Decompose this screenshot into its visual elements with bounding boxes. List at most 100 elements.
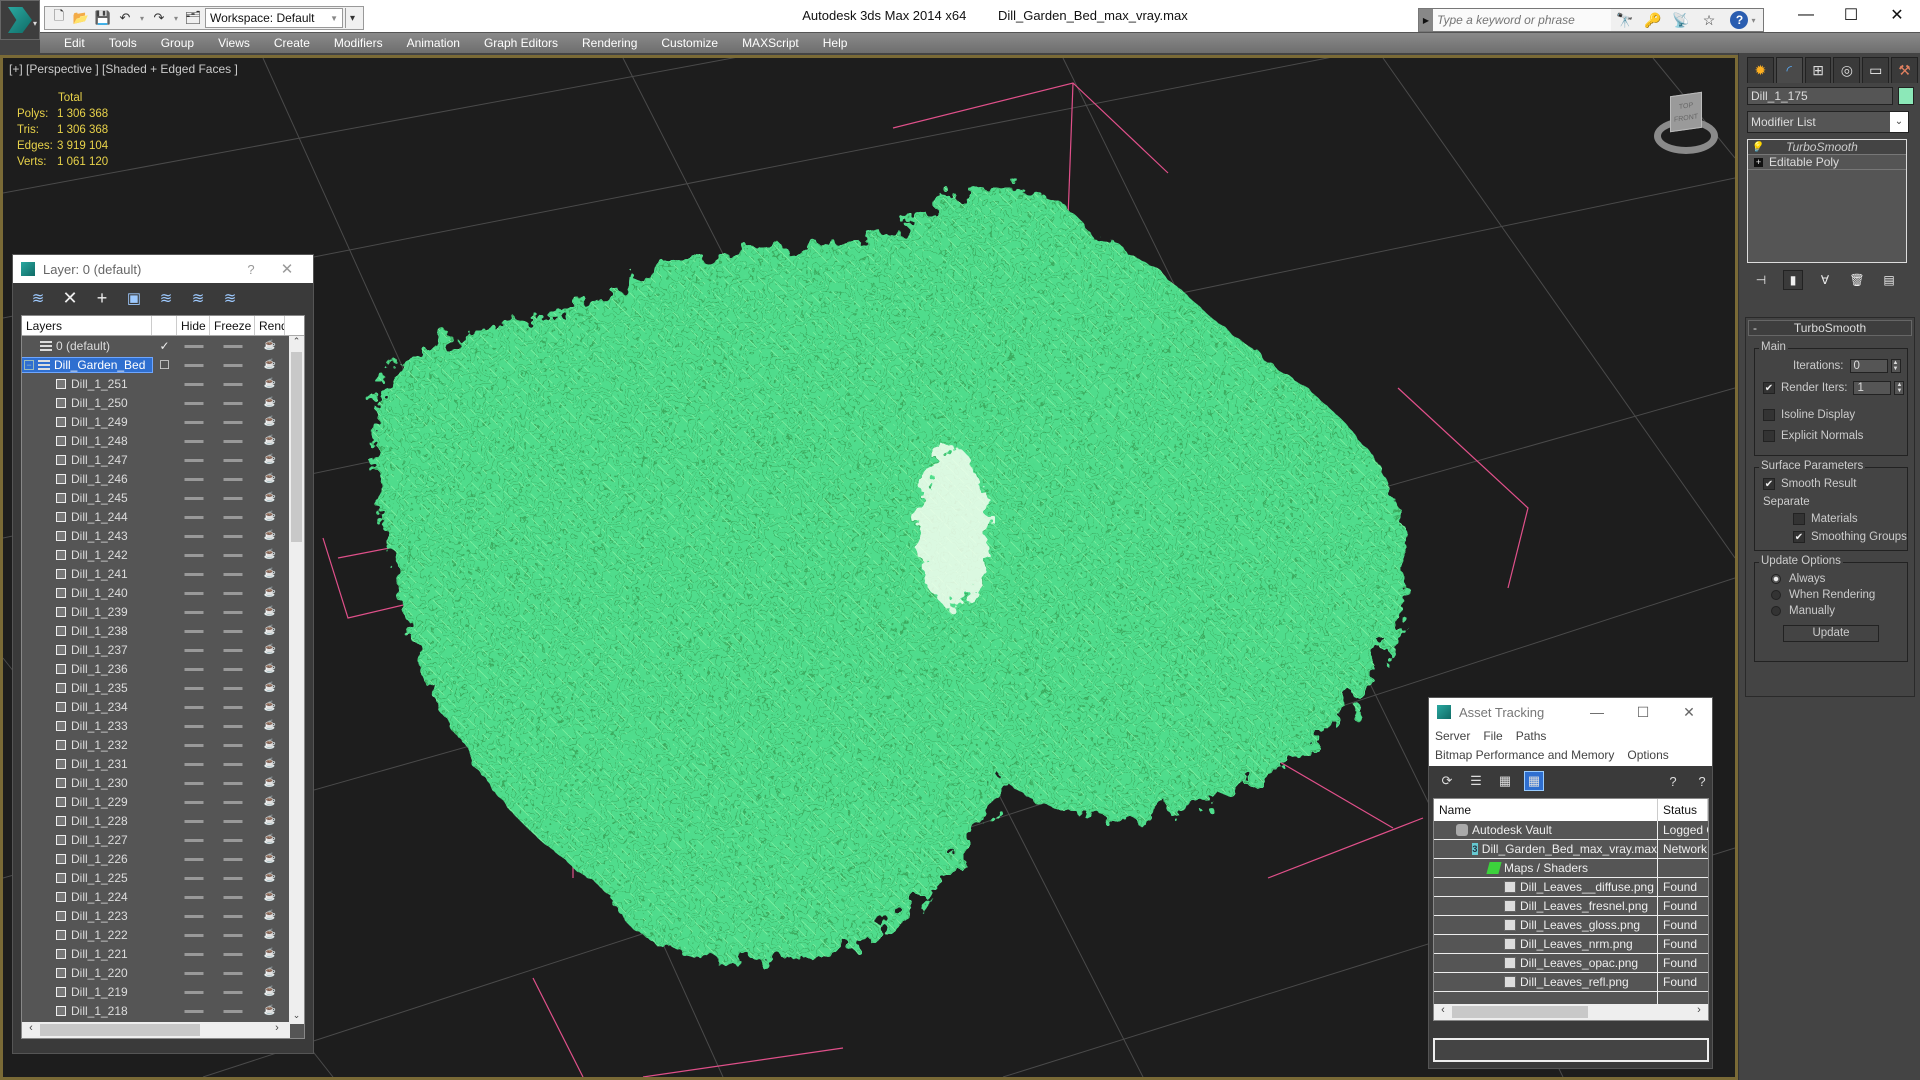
freeze-toggle[interactable]: ▬▬: [210, 416, 255, 427]
hide-toggle[interactable]: ▬▬: [177, 967, 210, 978]
column-hide[interactable]: Hide: [177, 316, 210, 335]
menu-help[interactable]: Help: [811, 33, 860, 53]
render-iters-spinner-field[interactable]: 1: [1853, 381, 1892, 395]
layer-name-cell[interactable]: Dill_1_250: [22, 396, 152, 410]
render-teapot-icon[interactable]: ☕: [255, 929, 285, 940]
hide-toggle[interactable]: ▬▬: [177, 891, 210, 902]
layer-horizontal-scrollbar[interactable]: ‹ ›: [22, 1022, 290, 1038]
satellite-icon[interactable]: 📡: [1667, 9, 1695, 31]
render-teapot-icon[interactable]: ☕: [255, 492, 285, 503]
freeze-toggle[interactable]: ▬▬: [210, 549, 255, 560]
select-objects-icon[interactable]: ▣: [123, 287, 145, 309]
list-view-icon[interactable]: ☰: [1466, 771, 1486, 791]
menu-tools[interactable]: Tools: [97, 33, 149, 53]
object-color-swatch[interactable]: [1898, 87, 1914, 105]
render-teapot-icon[interactable]: ☕: [255, 720, 285, 731]
freeze-toggle[interactable]: ▬▬: [210, 853, 255, 864]
hide-toggle[interactable]: ▬▬: [177, 644, 210, 655]
freeze-toggle[interactable]: ▬▬: [210, 530, 255, 541]
smooth-result-checkbox[interactable]: ✔: [1763, 478, 1775, 490]
scroll-left-icon[interactable]: ‹: [24, 1022, 38, 1034]
asset-row[interactable]: Dill_Leaves__diffuse.png Found: [1434, 878, 1708, 897]
object-row[interactable]: Dill_1_222 ▬▬ ▬▬ ☕: [22, 925, 290, 944]
render-teapot-icon[interactable]: ☕: [255, 701, 285, 712]
help-button[interactable]: ?: [233, 262, 269, 277]
chevron-down-icon[interactable]: ▾: [137, 14, 147, 23]
render-teapot-icon[interactable]: ☕: [255, 853, 285, 864]
object-row[interactable]: Dill_1_244 ▬▬ ▬▬ ☕: [22, 507, 290, 526]
render-teapot-icon[interactable]: ☕: [255, 625, 285, 636]
hide-all-layers-icon[interactable]: ≋: [219, 287, 241, 309]
freeze-toggle[interactable]: ▬▬: [210, 663, 255, 674]
object-row[interactable]: Dill_1_231 ▬▬ ▬▬ ☕: [22, 754, 290, 773]
remove-modifier-icon[interactable]: 🗑: [1847, 270, 1867, 290]
render-teapot-icon[interactable]: ☕: [255, 511, 285, 522]
freeze-toggle[interactable]: ▬▬: [210, 834, 255, 845]
menu-graph-editors[interactable]: Graph Editors: [472, 33, 570, 53]
object-row[interactable]: Dill_1_219 ▬▬ ▬▬ ☕: [22, 982, 290, 1001]
menu-maxscript[interactable]: MAXScript: [730, 33, 811, 53]
menu-modifiers[interactable]: Modifiers: [322, 33, 395, 53]
layer-name-cell[interactable]: Dill_1_218: [22, 1004, 152, 1018]
hide-toggle[interactable]: ▬▬: [177, 606, 210, 617]
configure-modifier-sets-icon[interactable]: ▤: [1879, 270, 1899, 290]
column-current[interactable]: [152, 316, 177, 335]
hierarchy-tab-icon[interactable]: ⊞: [1804, 57, 1832, 83]
thumbnail-view-icon[interactable]: ▦: [1495, 771, 1515, 791]
asset-name-cell[interactable]: Dill_Leaves__diffuse.png: [1434, 878, 1658, 896]
hide-toggle[interactable]: ▬▬: [177, 872, 210, 883]
object-row[interactable]: Dill_1_225 ▬▬ ▬▬ ☕: [22, 868, 290, 887]
layer-name-cell[interactable]: Dill_1_239: [22, 605, 152, 619]
asset-name-cell[interactable]: Dill_Leaves_fresnel.png: [1434, 897, 1658, 915]
asset-name-cell[interactable]: 3 Dill_Garden_Bed_max_vray.max: [1434, 840, 1658, 858]
asset-menu-paths[interactable]: Paths: [1516, 729, 1547, 743]
column-status[interactable]: Status: [1658, 799, 1708, 821]
freeze-toggle[interactable]: ▬▬: [210, 644, 255, 655]
freeze-toggle[interactable]: ▬▬: [210, 511, 255, 522]
asset-row[interactable]: Autodesk Vault Logged Out: [1434, 821, 1708, 840]
menu-animation[interactable]: Animation: [395, 33, 472, 53]
key-icon[interactable]: 🔑: [1639, 9, 1667, 31]
freeze-toggle[interactable]: ▬▬: [210, 397, 255, 408]
hide-toggle[interactable]: ▬▬: [177, 454, 210, 465]
render-teapot-icon[interactable]: ☕: [255, 397, 285, 408]
layer-name-cell[interactable]: Dill_1_251: [22, 377, 152, 391]
object-row[interactable]: Dill_1_235 ▬▬ ▬▬ ☕: [22, 678, 290, 697]
asset-row[interactable]: 3 Dill_Garden_Bed_max_vray.max Network: [1434, 840, 1708, 859]
freeze-toggle[interactable]: ▬▬: [210, 568, 255, 579]
materials-checkbox[interactable]: [1793, 513, 1805, 525]
hide-toggle[interactable]: ▬▬: [177, 834, 210, 845]
render-teapot-icon[interactable]: ☕: [255, 758, 285, 769]
refresh-icon[interactable]: ⟳: [1437, 771, 1457, 791]
open-file-icon[interactable]: 📂: [71, 8, 91, 28]
render-teapot-icon[interactable]: ☕: [255, 910, 285, 921]
layer-dialog-title-bar[interactable]: Layer: 0 (default) ? ✕: [13, 255, 313, 283]
hide-toggle[interactable]: ▬▬: [177, 416, 210, 427]
layer-name-cell[interactable]: Dill_1_226: [22, 852, 152, 866]
maximize-button[interactable]: ☐: [1620, 704, 1666, 721]
object-row[interactable]: Dill_1_229 ▬▬ ▬▬ ☕: [22, 792, 290, 811]
update-always-radio[interactable]: [1771, 574, 1781, 584]
lightbulb-icon[interactable]: 💡: [1748, 142, 1766, 153]
current-layer-toggle[interactable]: ☐: [152, 358, 177, 372]
freeze-toggle[interactable]: ▬▬: [210, 986, 255, 997]
hide-toggle[interactable]: ▬▬: [177, 929, 210, 940]
layer-name-cell[interactable]: Dill_1_222: [22, 928, 152, 942]
hide-toggle[interactable]: ▬▬: [177, 777, 210, 788]
stack-item-turbosmooth[interactable]: 💡 TurboSmooth: [1748, 140, 1906, 155]
object-row[interactable]: Dill_1_239 ▬▬ ▬▬ ☕: [22, 602, 290, 621]
object-row[interactable]: Dill_1_241 ▬▬ ▬▬ ☕: [22, 564, 290, 583]
layer-name-cell[interactable]: Dill_1_243: [22, 529, 152, 543]
viewport-label[interactable]: [+] [Perspective ] [Shaded + Edged Faces…: [9, 62, 238, 76]
layer-name-cell[interactable]: Dill_1_233: [22, 719, 152, 733]
hide-toggle[interactable]: ▬▬: [177, 568, 210, 579]
asset-name-cell[interactable]: Dill_Leaves_gloss.png: [1434, 916, 1658, 934]
freeze-toggle[interactable]: ▬▬: [210, 378, 255, 389]
object-name-field[interactable]: Dill_1_175: [1747, 87, 1893, 105]
asset-row[interactable]: Dill_Leaves_gloss.png Found: [1434, 916, 1708, 935]
render-teapot-icon[interactable]: ☕: [255, 568, 285, 579]
freeze-toggle[interactable]: ▬▬: [210, 454, 255, 465]
render-teapot-icon[interactable]: ☕: [255, 473, 285, 484]
update-button[interactable]: Update: [1783, 625, 1879, 642]
freeze-toggle[interactable]: ▬▬: [210, 606, 255, 617]
